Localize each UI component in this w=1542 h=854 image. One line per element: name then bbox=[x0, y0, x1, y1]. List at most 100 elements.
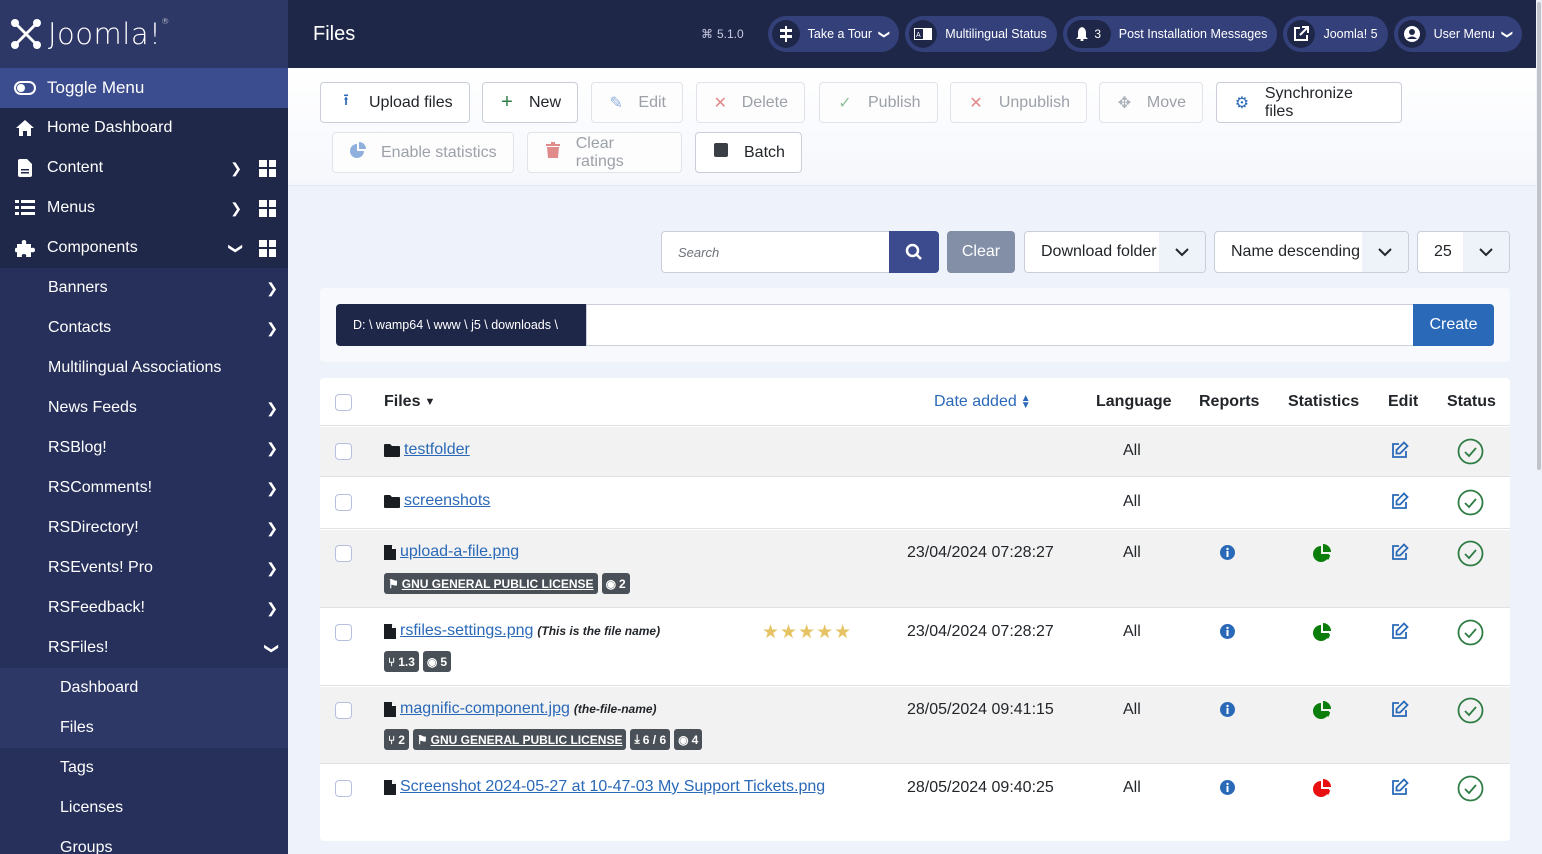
row-checkbox[interactable] bbox=[335, 780, 352, 797]
chevron-right-icon[interactable]: ❯ bbox=[266, 400, 278, 417]
enable-statistics-button[interactable]: Enable statistics bbox=[332, 132, 514, 173]
column-date-added[interactable]: Date added ▲ ▼ bbox=[934, 378, 1031, 426]
statistics-pie-icon[interactable] bbox=[1313, 544, 1332, 562]
sidebar-item-rsblog[interactable]: RSBlog! ❯ bbox=[0, 428, 288, 468]
joomla-logo[interactable]: Joomla!® bbox=[0, 0, 288, 68]
published-check-icon[interactable] bbox=[1457, 438, 1484, 465]
clear-button[interactable]: Clear bbox=[947, 231, 1015, 273]
folder-link[interactable]: screenshots bbox=[404, 492, 490, 510]
edit-icon[interactable] bbox=[1391, 441, 1409, 459]
info-icon[interactable] bbox=[1220, 702, 1235, 717]
dashboard-grid-icon[interactable] bbox=[259, 199, 276, 217]
published-check-icon[interactable] bbox=[1457, 619, 1484, 646]
chevron-down-icon[interactable]: ❯ bbox=[264, 642, 281, 654]
statistics-pie-icon[interactable] bbox=[1313, 623, 1332, 641]
new-button[interactable]: + New bbox=[482, 82, 578, 123]
sidebar-item-rsfiles-files[interactable]: Files bbox=[0, 708, 288, 748]
toggle-menu[interactable]: Toggle Menu bbox=[0, 68, 288, 108]
new-folder-input[interactable] bbox=[586, 304, 1414, 346]
clear-ratings-button[interactable]: Clear ratings bbox=[527, 132, 682, 173]
file-link[interactable]: magnific-component.jpg bbox=[400, 700, 570, 718]
search-icon bbox=[905, 243, 922, 260]
sidebar-item-contacts[interactable]: Contacts ❯ bbox=[0, 308, 288, 348]
published-check-icon[interactable] bbox=[1457, 489, 1484, 516]
chevron-right-icon[interactable]: ❯ bbox=[230, 160, 242, 177]
column-files[interactable]: Files ▼ bbox=[384, 378, 435, 426]
info-icon[interactable] bbox=[1220, 624, 1235, 639]
folder-link[interactable]: testfolder bbox=[404, 441, 470, 459]
info-icon[interactable] bbox=[1220, 545, 1235, 560]
publish-button[interactable]: ✓ Publish bbox=[819, 82, 938, 123]
chevron-right-icon[interactable]: ❯ bbox=[266, 280, 278, 297]
take-a-tour-button[interactable]: Take a Tour ❯ bbox=[767, 16, 900, 52]
file-link[interactable]: Screenshot 2024-05-27 at 10-47-03 My Sup… bbox=[400, 778, 825, 796]
row-checkbox[interactable] bbox=[335, 494, 352, 511]
sidebar-item-rsfiles-groups[interactable]: Groups bbox=[0, 828, 288, 854]
edit-button[interactable]: ✎ Edit bbox=[591, 82, 683, 123]
published-check-icon[interactable] bbox=[1457, 775, 1484, 802]
user-menu-button[interactable]: User Menu ❯ bbox=[1393, 16, 1522, 52]
sidebar-item-rscomments[interactable]: RSComments! ❯ bbox=[0, 468, 288, 508]
limit-select[interactable]: 25 bbox=[1417, 231, 1510, 273]
move-button[interactable]: ✥ Move bbox=[1099, 82, 1203, 123]
sidebar-item-rsfeedback[interactable]: RSFeedback! ❯ bbox=[0, 588, 288, 628]
chevron-right-icon[interactable]: ❯ bbox=[266, 440, 278, 457]
row-checkbox[interactable] bbox=[335, 624, 352, 641]
search-input[interactable]: Search bbox=[661, 231, 890, 273]
batch-button[interactable]: Batch bbox=[695, 132, 802, 173]
published-check-icon[interactable] bbox=[1457, 540, 1484, 567]
edit-icon[interactable] bbox=[1391, 622, 1409, 640]
row-checkbox[interactable] bbox=[335, 443, 352, 460]
file-link[interactable]: upload-a-file.png bbox=[400, 543, 519, 561]
info-icon[interactable] bbox=[1220, 780, 1235, 795]
sidebar-item-home-dashboard[interactable]: Home Dashboard bbox=[0, 108, 288, 148]
sidebar-item-rsevents-pro[interactable]: RSEvents! Pro ❯ bbox=[0, 548, 288, 588]
upload-files-button[interactable]: ⭱ Upload files bbox=[320, 82, 470, 123]
sidebar-item-menus[interactable]: Menus ❯ bbox=[0, 188, 288, 228]
sidebar-item-content[interactable]: Content ❯ bbox=[0, 148, 288, 188]
select-all-checkbox[interactable] bbox=[335, 394, 352, 411]
unpublish-button[interactable]: ✕ Unpublish bbox=[950, 82, 1087, 123]
create-folder-button[interactable]: Create bbox=[1413, 304, 1494, 346]
edit-icon[interactable] bbox=[1391, 700, 1409, 718]
sidebar-item-rsfiles-tags[interactable]: Tags bbox=[0, 748, 288, 788]
delete-button[interactable]: ✕ Delete bbox=[696, 82, 805, 123]
chevron-right-icon[interactable]: ❯ bbox=[266, 600, 278, 617]
multilingual-status-button[interactable]: A Multilingual Status bbox=[905, 16, 1057, 52]
license-badge[interactable]: ⚑ GNU GENERAL PUBLIC LICENSE bbox=[384, 573, 598, 594]
sidebar-item-banners[interactable]: Banners ❯ bbox=[0, 268, 288, 308]
ordering-select[interactable]: Name descending bbox=[1214, 231, 1409, 273]
chevron-right-icon[interactable]: ❯ bbox=[266, 320, 278, 337]
edit-icon[interactable] bbox=[1391, 492, 1409, 510]
sidebar-item-multilingual-associations[interactable]: Multilingual Associations bbox=[0, 348, 288, 388]
dashboard-grid-icon[interactable] bbox=[259, 239, 276, 257]
chevron-right-icon[interactable]: ❯ bbox=[266, 480, 278, 497]
folder-select[interactable]: Download folder bbox=[1024, 231, 1206, 273]
chevron-right-icon[interactable]: ❯ bbox=[230, 200, 242, 217]
joomla-5-link[interactable]: Joomla! 5 bbox=[1283, 16, 1388, 52]
sidebar-item-components[interactable]: Components ❯ bbox=[0, 228, 288, 268]
sidebar-item-rsfiles[interactable]: RSFiles! ❯ bbox=[0, 628, 288, 668]
post-installation-messages-button[interactable]: 3 Post Installation Messages bbox=[1062, 16, 1278, 52]
scrollbar-thumb[interactable] bbox=[1537, 2, 1541, 470]
sidebar-item-rsfiles-licenses[interactable]: Licenses bbox=[0, 788, 288, 828]
published-check-icon[interactable] bbox=[1457, 697, 1484, 724]
chevron-right-icon[interactable]: ❯ bbox=[266, 520, 278, 537]
file-link[interactable]: rsfiles-settings.png bbox=[400, 622, 533, 640]
chevron-right-icon[interactable]: ❯ bbox=[266, 560, 278, 577]
page-scrollbar[interactable] bbox=[1536, 0, 1542, 854]
license-badge[interactable]: ⚑ GNU GENERAL PUBLIC LICENSE bbox=[412, 729, 627, 750]
statistics-pie-icon[interactable] bbox=[1313, 779, 1332, 797]
synchronize-files-button[interactable]: ⚙ Synchronize files bbox=[1216, 82, 1402, 123]
statistics-pie-icon[interactable] bbox=[1313, 701, 1332, 719]
dashboard-grid-icon[interactable] bbox=[259, 159, 276, 177]
sidebar-item-rsfiles-dashboard[interactable]: Dashboard bbox=[0, 668, 288, 708]
row-checkbox[interactable] bbox=[335, 545, 352, 562]
sidebar-item-news-feeds[interactable]: News Feeds ❯ bbox=[0, 388, 288, 428]
edit-icon[interactable] bbox=[1391, 543, 1409, 561]
edit-icon[interactable] bbox=[1391, 778, 1409, 796]
sidebar-item-rsdirectory[interactable]: RSDirectory! ❯ bbox=[0, 508, 288, 548]
row-checkbox[interactable] bbox=[335, 702, 352, 719]
chevron-down-icon[interactable]: ❯ bbox=[228, 242, 245, 254]
search-button[interactable] bbox=[889, 231, 939, 273]
